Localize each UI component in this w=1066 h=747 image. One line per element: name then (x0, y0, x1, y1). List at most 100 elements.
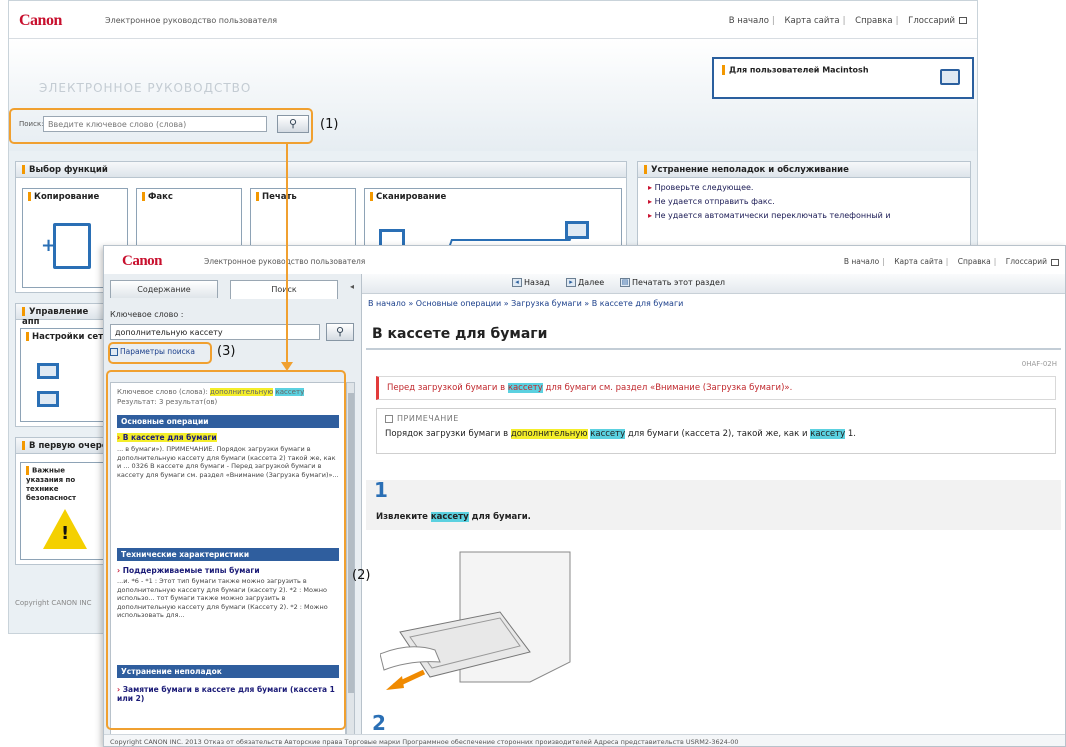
home-link[interactable]: В начало (844, 257, 879, 266)
forward-icon: ▸ (566, 278, 576, 287)
fg-header-links: В начало | Карта сайта | Справка | Глоссари… (840, 257, 1059, 266)
network-icon (37, 363, 59, 379)
caution-text: Перед загрузкой бумаги в (387, 383, 506, 393)
keyword-search-button[interactable]: ⚲ (326, 323, 354, 341)
back-label: Назад (524, 278, 550, 287)
step-1: 1 Извлеките кассету для бумаги. (366, 478, 1061, 530)
management-header: Управление апп (22, 307, 89, 327)
tile-copy-label: Копирование (23, 189, 127, 205)
breadcrumb[interactable]: В начало » Основные операции » Загрузка … (368, 299, 683, 308)
network-icon-2 (37, 391, 59, 407)
step-2-number: 2 (372, 711, 386, 735)
note-header-label: ПРИМЕЧАНИЕ (397, 414, 459, 423)
results-scrollbar[interactable] (346, 382, 355, 746)
keyword-input[interactable]: дополнительную кассету (110, 324, 320, 340)
macintosh-label: Для пользователей Macintosh (729, 65, 869, 75)
copy-icon (53, 223, 91, 269)
content-toolbar: ◂ Назад ▸ Далее ▤ Печатать этот раздел (362, 274, 1065, 294)
back-icon: ◂ (512, 278, 522, 287)
glossary-icon (959, 17, 967, 24)
caution-text-end[interactable]: для бумаги см. раздел «Внимание (Загрузк… (545, 383, 792, 393)
bg-copyright: Copyright CANON INC (15, 599, 92, 607)
page-title: В кассете для бумаги (372, 326, 548, 342)
callout-arrow (286, 144, 288, 364)
title-divider (366, 348, 1061, 350)
bg-header: Canon Электронное руководство пользовате… (9, 1, 977, 39)
document-id: 0HAF-02H (1021, 360, 1057, 368)
callout-label-3: (3) (217, 344, 236, 359)
hero-title: ЭЛЕКТРОННОЕ РУКОВОДСТВО (39, 81, 252, 95)
tab-contents[interactable]: Содержание (110, 280, 218, 298)
step-1-highlight: кассету (430, 512, 469, 522)
print-section-button[interactable]: ▤ Печатать этот раздел (620, 278, 725, 287)
first-steps-panel: В первую очере Важные указания по техник… (15, 437, 115, 565)
tab-search[interactable]: Поиск (230, 280, 338, 299)
callout-label-1: (1) (320, 117, 339, 132)
step-1-number: 1 (374, 478, 388, 502)
management-panel: Управление апп Настройки сет (15, 303, 115, 427)
sitemap-link[interactable]: Карта сайта (894, 257, 943, 266)
callout-box-2 (106, 370, 346, 730)
note-text-2: для бумаги (кассета 2), такой же, как и (627, 429, 808, 439)
plus-icon: + (41, 235, 57, 256)
step-1-text: Извлеките кассету для бумаги. (376, 512, 531, 522)
tile-scan-label: Сканирование (365, 189, 621, 205)
note-text-1: Порядок загрузки бумаги в (385, 429, 509, 439)
trouble-item[interactable]: Проверьте следующее. (648, 183, 970, 192)
caution-box: Перед загрузкой бумаги в кассету для бум… (376, 376, 1056, 400)
callout-label-2: (2) (352, 568, 371, 583)
monitor-icon (940, 69, 960, 85)
warning-mark: ! (61, 523, 70, 544)
bg-header-links: В начало | Карта сайта | Справка | Глоссари… (725, 16, 967, 26)
cassette-illustration (380, 551, 571, 690)
fg-footer: Copyright CANON INC. 2013 Отказ от обяза… (104, 734, 1065, 746)
canon-logo: Canon (122, 253, 163, 269)
scan-monitor-icon (565, 221, 589, 239)
keyword-label: Ключевое слово : (110, 310, 184, 319)
tile-safety-label: Важные указания по технике безопасност (21, 463, 109, 506)
note-highlight-3: кассету (810, 429, 846, 439)
note-highlight-1: дополнительную (510, 429, 588, 439)
step-1-text-b: для бумаги. (471, 512, 531, 522)
home-link[interactable]: В начало (729, 16, 769, 26)
scrollbar-thumb[interactable] (348, 393, 354, 693)
fg-header-title: Электронное руководство пользователя (204, 257, 366, 266)
note-body: Порядок загрузки бумаги в дополнительную… (385, 429, 1047, 439)
back-button[interactable]: ◂ Назад (512, 278, 550, 287)
print-section-label: Печатать этот раздел (632, 278, 725, 287)
tile-network-label: Настройки сет (21, 329, 109, 345)
tile-print-label: Печать (251, 189, 355, 205)
glossary-icon (1051, 258, 1059, 266)
note-text-3: 1. (847, 429, 856, 439)
collapse-sidebar-icon[interactable]: ◂ (350, 282, 354, 291)
note-header: ПРИМЕЧАНИЕ (385, 414, 1047, 423)
help-link[interactable]: Справка (958, 257, 991, 266)
tile-safety[interactable]: Важные указания по технике безопасност ! (20, 462, 110, 560)
note-icon (385, 414, 393, 423)
sitemap-link[interactable]: Карта сайта (784, 16, 839, 26)
step-1-text-a: Извлеките (376, 512, 428, 522)
forward-label: Далее (578, 278, 605, 287)
caution-highlight: кассету (507, 383, 543, 393)
callout-box-3 (108, 342, 212, 364)
trouble-item[interactable]: Не удается автоматически переключать тел… (648, 211, 970, 220)
print-icon: ▤ (620, 278, 630, 287)
bg-header-title: Электронное руководство пользователя (105, 16, 278, 25)
glossary-link[interactable]: Глоссарий (908, 16, 955, 26)
macintosh-link-box[interactable]: Для пользователей Macintosh (712, 57, 974, 99)
first-steps-header: В первую очере (29, 441, 108, 451)
tile-network[interactable]: Настройки сет (20, 328, 110, 422)
tile-fax-label: Факс (137, 189, 241, 205)
canon-logo: Canon (19, 12, 62, 29)
glossary-link[interactable]: Глоссарий (1006, 257, 1047, 266)
help-link[interactable]: Справка (855, 16, 892, 26)
fg-header: Canon Электронное руководство пользовате… (104, 246, 1065, 274)
functions-header: Выбор функций (29, 165, 108, 175)
forward-button[interactable]: ▸ Далее (566, 278, 604, 287)
callout-arrow-head (281, 362, 293, 371)
magnifier-icon: ⚲ (335, 325, 345, 338)
callout-box-1 (9, 108, 313, 144)
trouble-item[interactable]: Не удается отправить факс. (648, 197, 970, 206)
note-highlight-2: кассету (590, 429, 626, 439)
trouble-header: Устранение неполадок и обслуживание (651, 165, 849, 175)
